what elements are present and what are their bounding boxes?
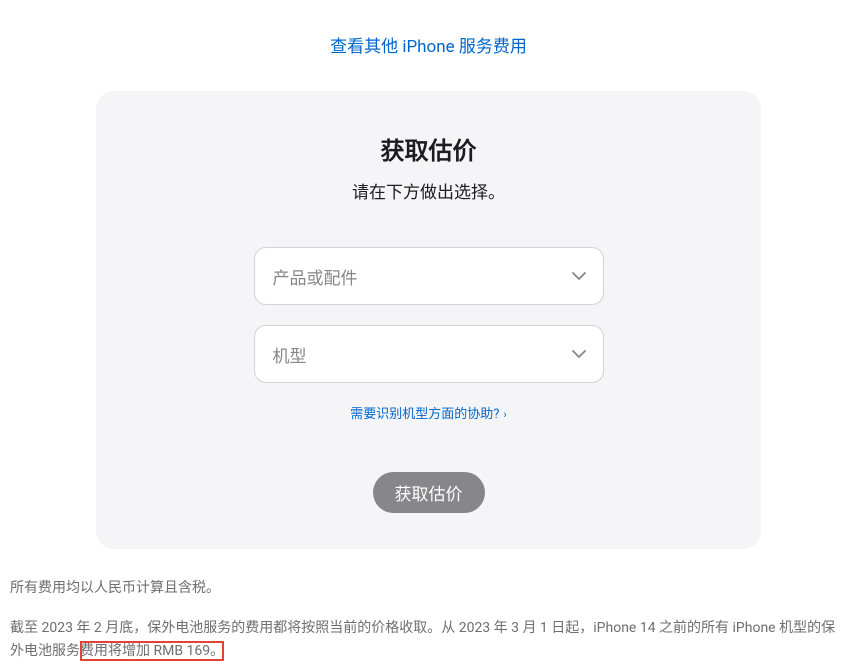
card-subtitle: 请在下方做出选择。 (136, 178, 721, 203)
footnote-price-increase: 截至 2023 年 2 月底，保外电池服务的费用都将按照当前的价格收取。从 20… (10, 617, 847, 662)
view-other-services-link[interactable]: 查看其他 iPhone 服务费用 (330, 37, 527, 57)
highlighted-price-text: 费用将增加 RMB 169。 (80, 643, 224, 659)
footnotes-section: 所有费用均以人民币计算且含税。 截至 2023 年 2 月底，保外电池服务的费用… (10, 577, 847, 662)
product-select-wrapper: 产品或配件 (254, 247, 604, 305)
estimate-card: 获取估价 请在下方做出选择。 产品或配件 机型 需要识别机型方面的协助? › 获取… (96, 91, 761, 549)
get-estimate-button[interactable]: 获取估价 (373, 472, 485, 513)
model-select-placeholder: 机型 (273, 342, 307, 367)
model-select-wrapper: 机型 (254, 325, 604, 383)
help-link-label: 需要识别机型方面的协助? (350, 407, 499, 422)
top-link-container: 查看其他 iPhone 服务费用 (0, 0, 857, 81)
chevron-right-icon: › (503, 408, 506, 421)
identify-model-help-link[interactable]: 需要识别机型方面的协助? › (350, 407, 506, 422)
card-title: 获取估价 (136, 131, 721, 166)
product-select[interactable]: 产品或配件 (254, 247, 604, 305)
model-select[interactable]: 机型 (254, 325, 604, 383)
product-select-placeholder: 产品或配件 (273, 264, 358, 289)
footnote-currency: 所有费用均以人民币计算且含税。 (10, 577, 847, 599)
help-link-container: 需要识别机型方面的协助? › (136, 403, 721, 422)
